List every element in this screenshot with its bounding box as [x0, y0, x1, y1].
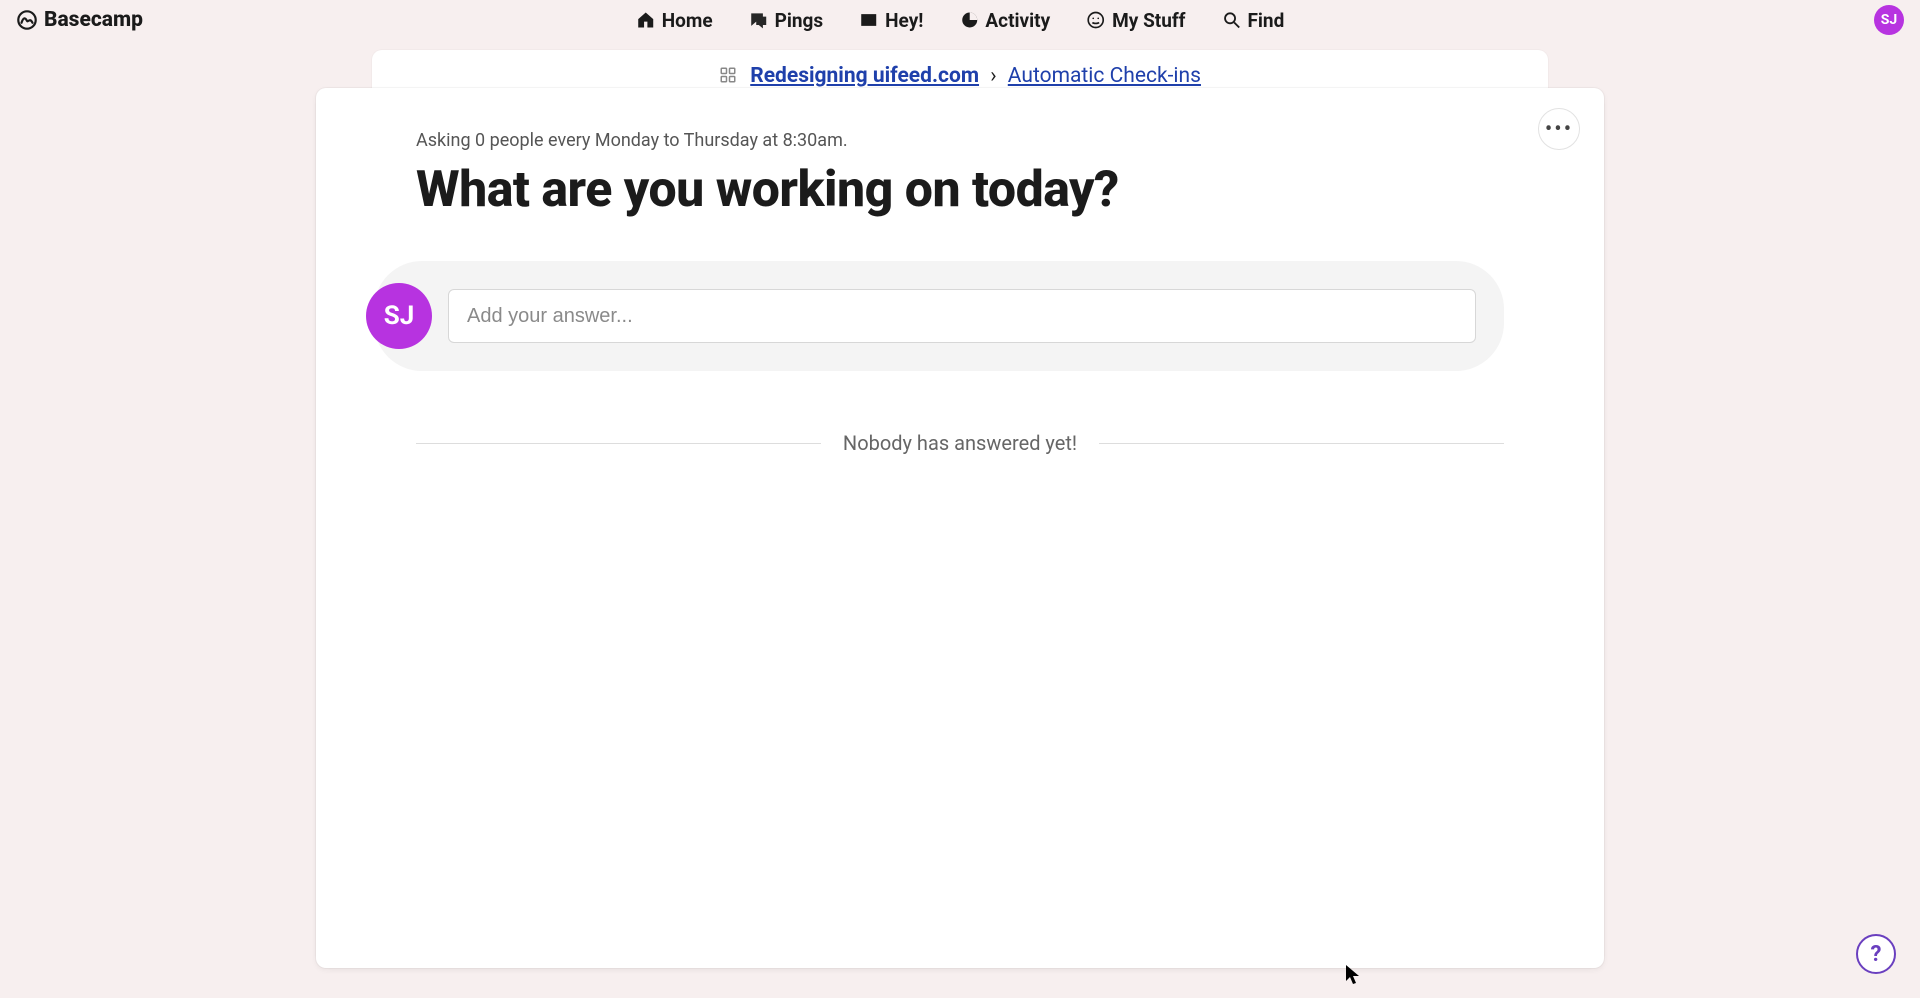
basecamp-logo-icon: [16, 9, 38, 31]
empty-state-text: Nobody has answered yet!: [843, 431, 1077, 455]
composer-avatar-initials: SJ: [384, 301, 415, 331]
checkin-question: What are you working on today?: [416, 161, 1504, 219]
breadcrumb-section-link[interactable]: Automatic Check-ins: [1008, 64, 1201, 88]
divider-line-right: [1099, 443, 1504, 444]
nav-pings-label: Pings: [775, 9, 824, 32]
nav-home[interactable]: Home: [636, 9, 713, 32]
breadcrumb-project-link[interactable]: Redesigning uifeed.com: [750, 64, 979, 88]
brand-logo[interactable]: Basecamp: [16, 8, 143, 32]
answer-input[interactable]: [448, 289, 1476, 343]
more-options-button[interactable]: •••: [1538, 108, 1580, 150]
ellipsis-icon: •••: [1545, 117, 1573, 142]
nav-activity-label: Activity: [985, 9, 1050, 32]
nav-activity[interactable]: Activity: [959, 9, 1050, 32]
nav-mystuff[interactable]: My Stuff: [1086, 9, 1185, 32]
nav-mystuff-label: My Stuff: [1112, 9, 1185, 32]
nav-home-label: Home: [662, 9, 713, 32]
inbox-icon: [859, 10, 879, 30]
avatar-initials: SJ: [1881, 12, 1897, 28]
checkin-schedule-text: Asking 0 people every Monday to Thursday…: [416, 130, 1504, 151]
breadcrumb-separator: ›: [984, 64, 1002, 88]
empty-state-divider: Nobody has answered yet!: [416, 431, 1504, 455]
answer-composer: SJ: [374, 261, 1504, 371]
nav-hey[interactable]: Hey!: [859, 9, 923, 32]
activity-icon: [959, 10, 979, 30]
divider-line-left: [416, 443, 821, 444]
mouse-cursor: [1346, 965, 1360, 985]
topbar: Basecamp Home Pings Hey! Activity: [0, 0, 1920, 40]
nav-pings[interactable]: Pings: [749, 9, 824, 32]
nav-find[interactable]: Find: [1221, 9, 1284, 32]
checkin-card: ••• Asking 0 people every Monday to Thur…: [316, 88, 1604, 968]
question-mark-icon: ?: [1871, 942, 1882, 967]
nav-find-label: Find: [1247, 9, 1284, 32]
grid-icon: [719, 66, 737, 84]
composer-avatar: SJ: [366, 283, 432, 349]
help-button[interactable]: ?: [1856, 934, 1896, 974]
primary-nav: Home Pings Hey! Activity My Stuff: [636, 9, 1285, 32]
current-user-avatar[interactable]: SJ: [1874, 5, 1904, 35]
smile-icon: [1086, 10, 1106, 30]
home-icon: [636, 10, 656, 30]
chat-icon: [749, 10, 769, 30]
brand-name: Basecamp: [44, 8, 143, 32]
search-icon: [1221, 10, 1241, 30]
nav-hey-label: Hey!: [885, 9, 923, 32]
